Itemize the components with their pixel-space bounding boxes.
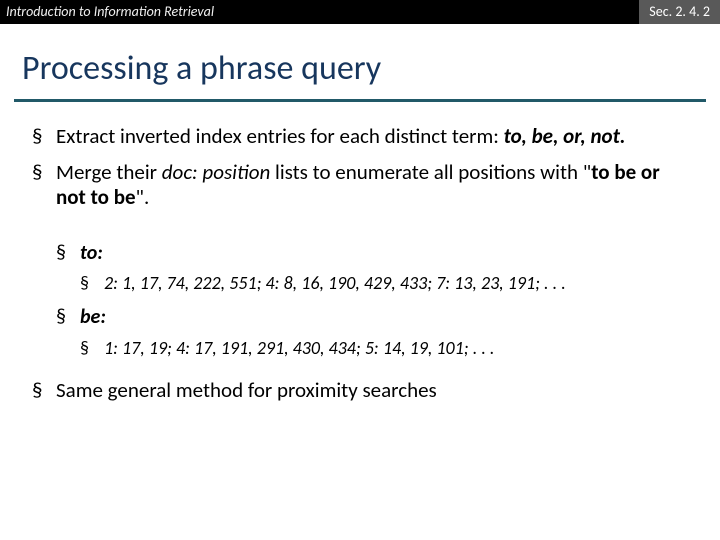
term-list: to, be, or, not. <box>504 123 626 149</box>
slide-body: Extract inverted index entries for each … <box>0 102 720 403</box>
bullet-text: Extract inverted index entries for each … <box>56 123 504 149</box>
postings-seg: 4: 8, 16, 190, 429, 433; <box>266 272 437 294</box>
top-bar: Introduction to Information Retrieval Se… <box>0 0 720 24</box>
postings-be: be: <box>56 305 688 329</box>
slide: Introduction to Information Retrieval Se… <box>0 0 720 540</box>
postings-seg: 7: 13, 23, 191; <box>436 272 544 294</box>
postings-seg: 4: 17, 191, 291, 430, 434; <box>176 337 365 359</box>
postings-be-list: 1: 17, 19; 4: 17, 191, 291, 430, 434; 5:… <box>80 338 688 360</box>
bullet-merge: Merge their doc: position lists to enume… <box>32 160 688 211</box>
slide-title: Processing a phrase query <box>0 24 720 95</box>
postings-to: to: <box>56 241 688 265</box>
postings-seg: 2: 1, 17, 74, 222, 551; <box>104 272 266 294</box>
section-ref: Sec. 2. 4. 2 <box>639 0 720 24</box>
bullet-text: Same general method for proximity search… <box>56 377 437 403</box>
postings-seg: 5: 14, 19, 101; <box>365 337 473 359</box>
postings-tail: . . . <box>544 272 566 294</box>
postings-to-list: 2: 1, 17, 74, 222, 551; 4: 8, 16, 190, 4… <box>80 273 688 295</box>
term-be: be: <box>80 305 106 329</box>
bullet-extract: Extract inverted index entries for each … <box>32 124 688 150</box>
postings-tail: . . . <box>473 337 495 359</box>
course-title: Introduction to Information Retrieval <box>0 0 639 24</box>
bullet-text: lists to enumerate all positions with " <box>270 159 591 185</box>
bullet-proximity: Same general method for proximity search… <box>32 378 688 404</box>
bullet-text: ". <box>136 184 150 210</box>
docposition: doc: position <box>162 159 271 185</box>
postings-seg: 1: 17, 19; <box>104 337 176 359</box>
bullet-text: Merge their <box>56 159 162 185</box>
term-to: to: <box>80 241 103 265</box>
